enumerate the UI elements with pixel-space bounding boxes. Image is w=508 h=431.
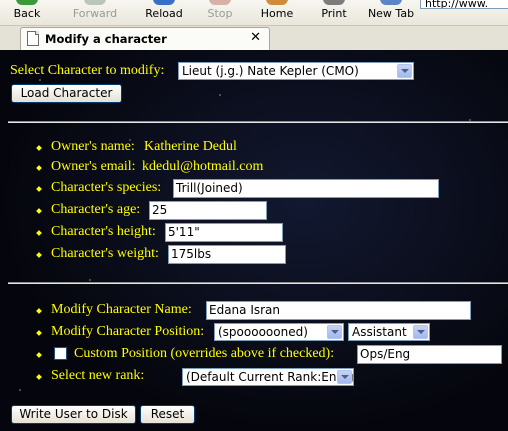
back-button[interactable]: Back <box>2 0 52 25</box>
chevron-down-icon[interactable] <box>327 325 342 339</box>
modify-position-label: Modify Character Position: <box>51 324 205 339</box>
character-select[interactable]: Lieut (j.g.) Nate Kepler (CMO) <box>178 62 414 80</box>
new-tab-icon <box>380 0 402 5</box>
position-department-select[interactable]: (spooooooned) <box>214 323 344 341</box>
rank-select[interactable]: (Default Current Rank:Ensign <box>182 368 354 386</box>
owner-name-value: Katherine Dedul <box>144 139 237 154</box>
load-character-button[interactable]: Load Character <box>11 84 122 103</box>
list-bullet <box>36 330 42 336</box>
new-tab-button[interactable]: New Tab <box>364 0 418 25</box>
weight-label: Character's weight: <box>51 246 159 261</box>
chevron-down-icon[interactable] <box>337 370 352 384</box>
list-bullet <box>36 252 42 258</box>
tab-title: Modify a character <box>45 32 167 46</box>
forward-arrow-icon <box>84 0 106 5</box>
list-bullet <box>36 186 42 192</box>
reset-button[interactable]: Reset <box>140 405 195 424</box>
print-button[interactable]: Print <box>314 0 354 25</box>
character-select-value: Lieut (j.g.) Nate Kepler (CMO) <box>182 64 359 78</box>
position-role-select[interactable]: Assistant <box>348 323 430 341</box>
age-input[interactable]: 25 <box>149 201 267 220</box>
select-character-label: Select Character to modify: <box>10 63 165 78</box>
position-department-value: (spooooooned) <box>218 325 308 339</box>
reload-button[interactable]: Reload <box>140 0 188 25</box>
close-tab-icon[interactable]: ✕ <box>250 30 261 45</box>
weight-input[interactable]: 175lbs <box>168 245 286 264</box>
owner-name-label: Owner's name: <box>51 139 135 154</box>
list-bullet <box>36 374 42 380</box>
list-bullet <box>36 308 42 314</box>
tab-modify-character[interactable]: Modify a character ✕ <box>20 27 270 50</box>
rank-select-value: (Default Current Rank:Ensign <box>186 370 354 384</box>
age-label: Character's age: <box>51 202 141 217</box>
custom-position-checkbox[interactable] <box>54 347 67 360</box>
list-bullet <box>36 165 42 171</box>
height-label: Character's height: <box>51 224 156 239</box>
chevron-down-icon[interactable] <box>413 325 428 339</box>
species-input[interactable]: Trill(Joined) <box>173 179 439 198</box>
write-user-button[interactable]: Write User to Disk <box>11 405 136 424</box>
chevron-down-icon[interactable] <box>397 64 412 78</box>
divider <box>8 282 508 284</box>
new-rank-label: Select new rank: <box>51 368 145 383</box>
stop-icon <box>209 0 231 5</box>
page-content: Select Character to modify: Lieut (j.g.)… <box>0 50 508 431</box>
character-name-input[interactable]: Edana Isran <box>206 301 471 320</box>
tab-bar: Modify a character ✕ <box>0 25 508 50</box>
stop-button[interactable]: Stop <box>198 0 242 25</box>
modify-name-label: Modify Character Name: <box>51 302 192 317</box>
custom-position-label: Custom Position (overrides above if chec… <box>74 346 335 361</box>
home-button[interactable]: Home <box>254 0 300 25</box>
list-bullet <box>36 352 42 358</box>
list-bullet <box>36 145 42 151</box>
page-icon <box>27 31 39 46</box>
forward-button[interactable]: Forward <box>70 0 120 25</box>
custom-position-input[interactable]: Ops/Eng <box>357 345 502 364</box>
owner-email-value: kdedul@hotmail.com <box>142 159 264 174</box>
reload-icon <box>153 0 175 5</box>
divider <box>8 121 508 123</box>
height-input[interactable]: 5'11" <box>165 223 283 242</box>
list-bullet <box>36 230 42 236</box>
browser-toolbar: Back Forward Reload Stop Home Print New … <box>0 0 508 25</box>
print-icon <box>323 0 345 5</box>
list-bullet <box>36 208 42 214</box>
owner-email-label: Owner's email: <box>51 159 136 174</box>
back-arrow-icon <box>16 0 38 5</box>
species-label: Character's species: <box>51 180 162 195</box>
url-field[interactable]: http://www. <box>420 0 508 9</box>
home-icon <box>266 0 288 5</box>
position-role-value: Assistant <box>352 325 407 339</box>
